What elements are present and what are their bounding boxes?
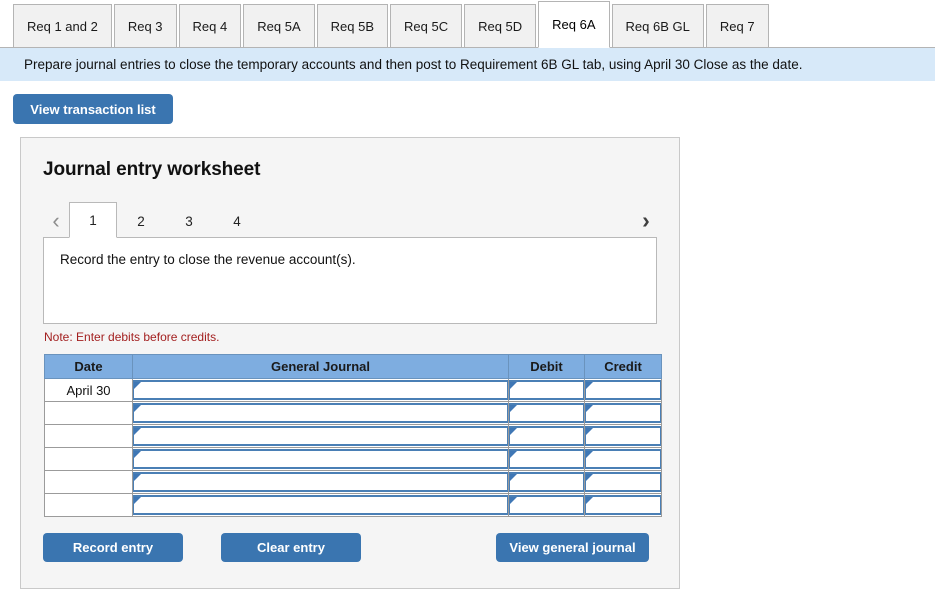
general-journal-cell: [132, 470, 509, 494]
tab-req-1-and-2[interactable]: Req 1 and 2: [13, 4, 112, 48]
tab-req-7[interactable]: Req 7: [705, 4, 769, 48]
debit-input[interactable]: [509, 495, 584, 515]
worksheet-pager: ‹ 1234 ›: [43, 202, 659, 238]
view-transaction-list-button[interactable]: View transaction list: [13, 94, 173, 124]
view-general-journal-button[interactable]: View general journal: [496, 533, 649, 562]
credit-input[interactable]: [585, 403, 661, 423]
debit-input[interactable]: [509, 449, 584, 469]
general-journal-cell: [132, 401, 509, 425]
column-header-date: Date: [44, 354, 133, 379]
worksheet-page-4[interactable]: 4: [213, 204, 261, 238]
general-journal-input[interactable]: [133, 403, 508, 423]
tab-req-4[interactable]: Req 4: [178, 4, 242, 48]
column-header-general-journal: General Journal: [132, 354, 509, 379]
table-row: [44, 401, 662, 425]
general-journal-input[interactable]: [133, 426, 508, 446]
date-cell[interactable]: [44, 447, 133, 471]
pager-tab-list: 1234: [69, 202, 261, 238]
date-cell[interactable]: [44, 493, 133, 517]
worksheet-page-2[interactable]: 2: [117, 204, 165, 238]
tab-req-5c[interactable]: Req 5C: [390, 4, 463, 48]
credit-input[interactable]: [585, 449, 661, 469]
date-cell[interactable]: [44, 424, 133, 448]
table-row: [44, 470, 662, 494]
entry-description-text: Record the entry to close the revenue ac…: [60, 252, 356, 267]
general-journal-input[interactable]: [133, 495, 508, 515]
toolbar: View transaction list: [0, 81, 935, 124]
column-header-credit: Credit: [584, 354, 662, 379]
table-row: [44, 447, 662, 471]
debit-cell: [508, 378, 585, 402]
requirement-tabstrip: Req 1 and 2 Req 3 Req 4 Req 5A Req 5B Req 5C R…: [0, 0, 935, 48]
debit-cell: [508, 424, 585, 448]
general-journal-cell: [132, 378, 509, 402]
credit-input[interactable]: [585, 380, 661, 400]
tab-req-5b[interactable]: Req 5B: [316, 4, 388, 48]
debit-input[interactable]: [509, 426, 584, 446]
record-entry-button[interactable]: Record entry: [43, 533, 183, 562]
debits-before-credits-note: Note: Enter debits before credits.: [44, 330, 220, 344]
column-header-debit: Debit: [508, 354, 585, 379]
debit-cell: [508, 493, 585, 517]
entry-description-box: Record the entry to close the revenue ac…: [43, 237, 657, 324]
journal-entry-table: Date General Journal Debit Credit April 30: [44, 354, 662, 517]
debit-input[interactable]: [509, 380, 584, 400]
worksheet-page-3[interactable]: 3: [165, 204, 213, 238]
general-journal-cell: [132, 424, 509, 448]
tab-req-5a[interactable]: Req 5A: [243, 4, 315, 48]
debit-input[interactable]: [509, 403, 584, 423]
credit-cell: [584, 424, 662, 448]
table-row: [44, 424, 662, 448]
journal-entry-worksheet-panel: Journal entry worksheet ‹ 1234 › Record …: [20, 137, 680, 589]
credit-cell: [584, 493, 662, 517]
date-cell[interactable]: April 30: [44, 378, 133, 402]
worksheet-actions: Record entry Clear entry View general jo…: [43, 533, 657, 573]
tab-req-6a[interactable]: Req 6A: [538, 1, 610, 48]
debit-cell: [508, 470, 585, 494]
table-row: April 30: [44, 378, 662, 402]
chevron-right-icon[interactable]: ›: [633, 203, 659, 237]
general-journal-input[interactable]: [133, 472, 508, 492]
tab-req-5d[interactable]: Req 5D: [464, 4, 537, 48]
date-cell[interactable]: [44, 470, 133, 494]
tab-req-6b-gl[interactable]: Req 6B GL: [611, 4, 704, 48]
debit-input[interactable]: [509, 472, 584, 492]
credit-input[interactable]: [585, 472, 661, 492]
table-header-row: Date General Journal Debit Credit: [44, 354, 662, 379]
worksheet-title: Journal entry worksheet: [43, 159, 261, 180]
tab-req-3[interactable]: Req 3: [113, 4, 177, 48]
credit-cell: [584, 401, 662, 425]
general-journal-cell: [132, 493, 509, 517]
chevron-left-icon[interactable]: ‹: [43, 204, 69, 238]
credit-cell: [584, 378, 662, 402]
general-journal-input[interactable]: [133, 380, 508, 400]
credit-cell: [584, 470, 662, 494]
credit-cell: [584, 447, 662, 471]
credit-input[interactable]: [585, 495, 661, 515]
general-journal-cell: [132, 447, 509, 471]
worksheet-page-1[interactable]: 1: [69, 202, 117, 238]
debit-cell: [508, 447, 585, 471]
instruction-text: Prepare journal entries to close the tem…: [24, 57, 803, 72]
credit-input[interactable]: [585, 426, 661, 446]
general-journal-input[interactable]: [133, 449, 508, 469]
date-cell[interactable]: [44, 401, 133, 425]
clear-entry-button[interactable]: Clear entry: [221, 533, 361, 562]
debit-cell: [508, 401, 585, 425]
instruction-banner: Prepare journal entries to close the tem…: [0, 48, 935, 81]
table-row: [44, 493, 662, 517]
